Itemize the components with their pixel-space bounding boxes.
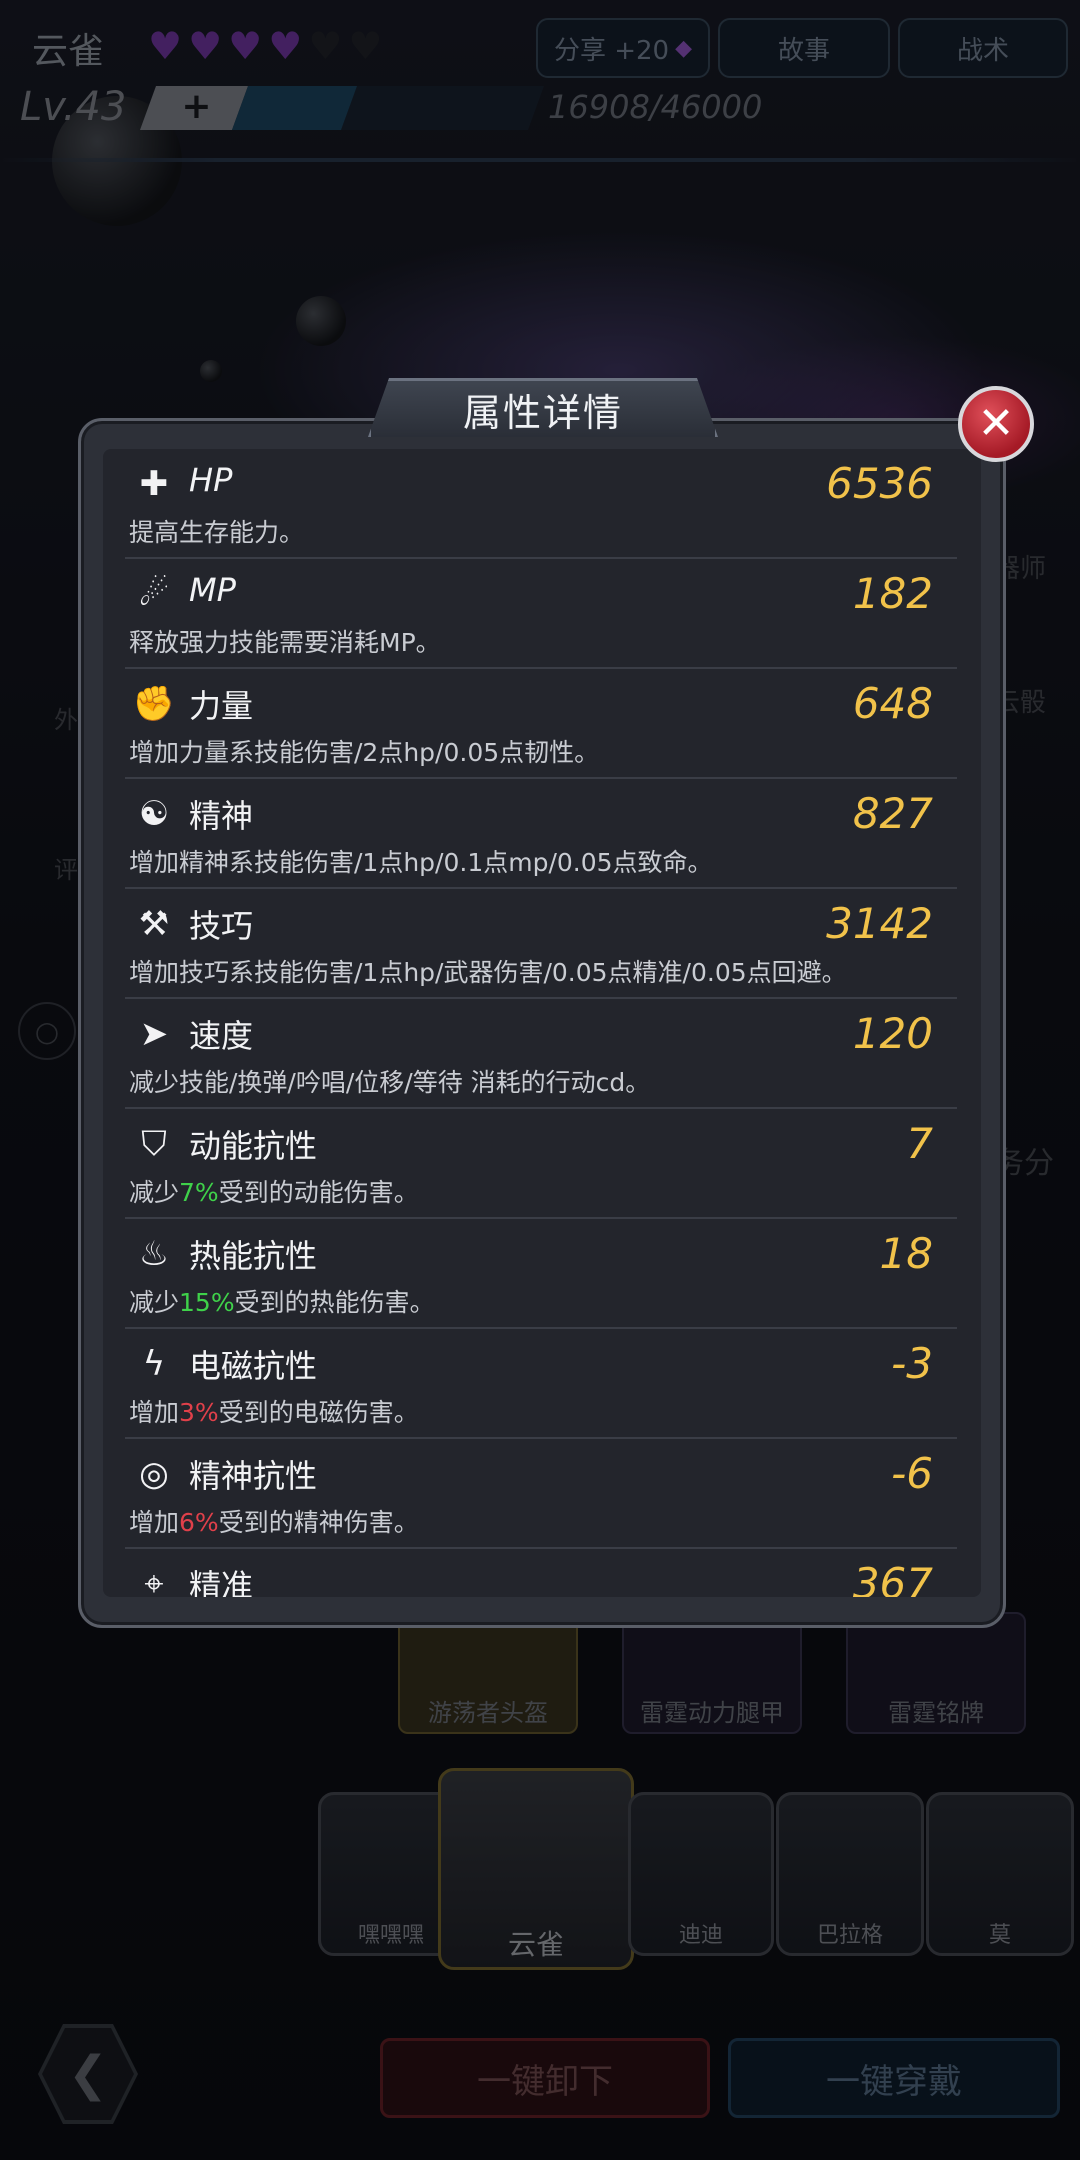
plus-icon: ✚ xyxy=(139,464,169,504)
attribute-name: 精准 xyxy=(189,1567,254,1597)
modal-title: 属性详情 xyxy=(462,390,623,435)
description-percent: 3% xyxy=(179,1398,219,1427)
attribute-description: 减少技能/换弹/吟唱/位移/等待 消耗的行动cd。 xyxy=(129,1068,651,1097)
attribute-row: ♨ 热能抗性 18 减少15%受到的热能伤害。 xyxy=(125,1219,957,1329)
head-mind-icon: ☯ xyxy=(138,794,170,834)
description-prefix: 减少 xyxy=(129,1288,180,1317)
attribute-name: 电磁抗性 xyxy=(189,1347,318,1385)
attribute-row: ϟ 电磁抗性 -3 增加3%受到的电磁伤害。 xyxy=(125,1329,957,1439)
crossed-tools-icon: ⚒ xyxy=(138,904,170,944)
description-percent: 6% xyxy=(179,1508,219,1537)
crosshair-icon: ⌖ xyxy=(144,1564,164,1597)
description-suffix: 受到的热能伤害。 xyxy=(234,1288,435,1317)
attribute-name: MP xyxy=(189,571,236,609)
attribute-value: -3 xyxy=(891,1339,933,1388)
close-icon: ✕ xyxy=(977,398,1015,449)
attribute-row: ⚒ 技巧 3142 增加技巧系技能伤害/1点hp/武器伤害/0.05点精准/0.05点… xyxy=(125,889,957,999)
attribute-description: 增加6%受到的精神伤害。 xyxy=(129,1503,419,1539)
attribute-row: ☯ 精神 827 增加精神系技能伤害/1点hp/0.1点mp/0.05点致命。 xyxy=(125,779,957,889)
kinetic-shield-icon: ⛉ xyxy=(141,1124,167,1164)
attribute-name: 技巧 xyxy=(189,907,254,945)
description-percent: 15% xyxy=(179,1288,235,1317)
attribute-name: 热能抗性 xyxy=(189,1237,318,1275)
attribute-value: 18 xyxy=(879,1229,933,1278)
attribute-row: ✚ HP 6536 提高生存能力。 xyxy=(125,449,957,559)
attribute-row: ➤ 速度 120 减少技能/换弹/吟唱/位移/等待 消耗的行动cd。 xyxy=(125,999,957,1109)
attribute-row: ⌖ 精准 367 xyxy=(125,1549,957,1597)
modal-title-tab: 属性详情 xyxy=(368,378,718,437)
attribute-description: 提高生存能力。 xyxy=(129,518,305,547)
speed-wing-icon: ➤ xyxy=(139,1014,169,1054)
description-suffix: 受到的电磁伤害。 xyxy=(218,1398,419,1427)
attribute-description: 增加3%受到的电磁伤害。 xyxy=(129,1393,419,1429)
attribute-value: 6536 xyxy=(826,459,933,508)
attribute-value: 648 xyxy=(852,679,933,728)
attribute-name: 精神抗性 xyxy=(189,1457,318,1495)
attribute-description: 减少15%受到的热能伤害。 xyxy=(129,1283,435,1319)
attribute-value: -6 xyxy=(891,1449,933,1498)
attribute-name: 动能抗性 xyxy=(189,1127,318,1165)
attribute-name: 力量 xyxy=(189,687,254,725)
attribute-description: 减少7%受到的动能伤害。 xyxy=(129,1173,419,1209)
attribute-value: 182 xyxy=(852,569,933,618)
description-percent: 7% xyxy=(179,1178,219,1207)
attribute-description: 释放强力技能需要消耗MP。 xyxy=(129,628,441,657)
attribute-description: 增加力量系技能伤害/2点hp/0.05点韧性。 xyxy=(129,738,600,767)
close-button[interactable]: ✕ xyxy=(958,386,1034,462)
attribute-list[interactable]: ✚ HP 6536 提高生存能力。 ☄ MP 182 释放强力技能需要消耗MP。 ✊ 力量 648 增… xyxy=(103,449,981,1597)
attribute-row: ✊ 力量 648 增加力量系技能伤害/2点hp/0.05点韧性。 xyxy=(125,669,957,779)
attribute-value: 7 xyxy=(906,1119,933,1168)
attribute-description: 增加精神系技能伤害/1点hp/0.1点mp/0.05点致命。 xyxy=(129,848,713,877)
energy-drop-icon: ☄ xyxy=(138,574,170,614)
attribute-name: 速度 xyxy=(189,1017,254,1055)
description-suffix: 受到的动能伤害。 xyxy=(218,1178,419,1207)
description-suffix: 受到的精神伤害。 xyxy=(218,1508,419,1537)
description-prefix: 减少 xyxy=(129,1178,180,1207)
attribute-name: HP xyxy=(189,461,233,499)
description-prefix: 增加 xyxy=(129,1508,180,1537)
fist-icon: ✊ xyxy=(132,684,176,724)
attribute-value: 367 xyxy=(852,1559,933,1597)
fire-shield-icon: ♨ xyxy=(138,1234,170,1274)
attribute-description: 增加技巧系技能伤害/1点hp/武器伤害/0.05点精准/0.05点回避。 xyxy=(129,958,847,987)
description-prefix: 增加 xyxy=(129,1398,180,1427)
attribute-row: ☄ MP 182 释放强力技能需要消耗MP。 xyxy=(125,559,957,669)
attribute-row: ◎ 精神抗性 -6 增加6%受到的精神伤害。 xyxy=(125,1439,957,1549)
attribute-value: 3142 xyxy=(826,899,933,948)
attribute-name: 精神 xyxy=(189,797,254,835)
attribute-row: ⛉ 动能抗性 7 减少7%受到的动能伤害。 xyxy=(125,1109,957,1219)
mind-shield-icon: ◎ xyxy=(139,1454,169,1494)
attribute-value: 827 xyxy=(852,789,933,838)
attribute-value: 120 xyxy=(852,1009,933,1058)
lightning-shield-icon: ϟ xyxy=(142,1344,166,1384)
attribute-detail-modal: ✚ HP 6536 提高生存能力。 ☄ MP 182 释放强力技能需要消耗MP。 ✊ 力量 648 增… xyxy=(78,418,1006,1628)
